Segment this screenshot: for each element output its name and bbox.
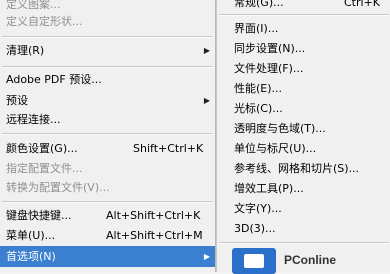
menu-item-color-settings[interactable]: 颜色设置(G)... Shift+Ctrl+K — [0, 138, 215, 159]
menu-item-label: 首选项(N) — [6, 250, 56, 263]
menu-item-remote-connections[interactable]: 远程连接... — [0, 109, 215, 130]
submenu-item-label: 文件处理(F)... — [234, 62, 304, 75]
pconline-logo-icon — [232, 248, 276, 274]
menu-item-shortcut: Shift+Ctrl+K — [133, 142, 204, 155]
menu-separator — [2, 66, 213, 68]
submenu-item-interface[interactable]: 界面(I)... — [217, 18, 390, 39]
submenu-item-plugins[interactable]: 增效工具(P)... — [217, 178, 390, 199]
menu-item-shortcut: Alt+Shift+Ctrl+M — [106, 229, 203, 242]
submenu-arrow-icon: ▶ — [203, 252, 210, 261]
submenu-item-sync-settings[interactable]: 同步设置(N)... — [217, 38, 390, 59]
menu-item-presets[interactable]: 预设 ▶ — [0, 90, 215, 111]
submenu-item-label: 文字(Y)... — [234, 202, 282, 215]
menu-item-label: 定义自定形状... — [6, 15, 83, 28]
menu-item-label: 颜色设置(G)... — [6, 142, 78, 155]
menu-item-label: 转换为配置文件(V)... — [6, 181, 110, 194]
menu-item-label: 菜单(U)... — [6, 229, 56, 242]
menu-separator — [219, 242, 389, 244]
menu-item-purge[interactable]: 清理(R) ▶ — [0, 40, 215, 61]
menu-item-label: 远程连接... — [6, 113, 61, 126]
menu-item-shortcut: Alt+Shift+Ctrl+K — [106, 209, 201, 222]
menu-separator — [2, 36, 213, 38]
menu-item-label: 预设 — [6, 94, 28, 107]
submenu-item-label: 性能(E)... — [234, 82, 283, 95]
submenu-item-file-handling[interactable]: 文件处理(F)... — [217, 58, 390, 79]
edit-menu: 定义图案... 定义自定形状... 清理(R) ▶ Adobe PDF 预设..… — [0, 0, 216, 272]
watermark-text: PConline — [284, 253, 337, 267]
submenu-item-guides-grid-slices[interactable]: 参考线、网格和切片(S)... — [217, 158, 390, 179]
preferences-submenu: 常规(G)... Ctrl+K 界面(I)... 同步设置(N)... 文件处理… — [216, 0, 390, 272]
menu-item-keyboard-shortcuts[interactable]: 键盘快捷键... Alt+Shift+Ctrl+K — [0, 205, 215, 226]
submenu-arrow-icon: ▶ — [203, 96, 210, 105]
submenu-item-transparency-gamut[interactable]: 透明度与色域(T)... — [217, 118, 390, 139]
submenu-arrow-icon: ▶ — [203, 46, 210, 55]
menu-item-label: 清理(R) — [6, 44, 45, 57]
submenu-item-general[interactable]: 常规(G)... Ctrl+K — [217, 0, 390, 13]
submenu-item-shortcut: Ctrl+K — [344, 0, 381, 9]
submenu-item-label: 单位与标尺(U)... — [234, 142, 317, 155]
submenu-item-3d[interactable]: 3D(3)... — [217, 218, 390, 239]
submenu-item-performance[interactable]: 性能(E)... — [217, 78, 390, 99]
menu-item-define-custom-shape[interactable]: 定义自定形状... — [0, 11, 215, 32]
submenu-item-label: 同步设置(N)... — [234, 42, 306, 55]
menu-item-menus[interactable]: 菜单(U)... Alt+Shift+Ctrl+M — [0, 225, 215, 246]
submenu-item-label: 3D(3)... — [234, 222, 276, 235]
menu-item-label: 键盘快捷键... — [6, 209, 72, 222]
menu-item-convert-to-profile[interactable]: 转换为配置文件(V)... — [0, 177, 215, 198]
submenu-item-label: 参考线、网格和切片(S)... — [234, 162, 360, 175]
submenu-item-label: 增效工具(P)... — [234, 182, 304, 195]
submenu-item-units-rulers[interactable]: 单位与标尺(U)... — [217, 138, 390, 159]
menu-item-label: Adobe PDF 预设... — [6, 73, 102, 86]
menu-item-assign-profile[interactable]: 指定配置文件... — [0, 158, 215, 179]
menu-item-preferences[interactable]: 首选项(N) ▶ — [0, 246, 215, 267]
submenu-item-cursors[interactable]: 光标(C)... — [217, 98, 390, 119]
submenu-item-label: 界面(I)... — [234, 22, 279, 35]
menu-separator — [219, 14, 389, 16]
submenu-item-label: 常规(G)... — [234, 0, 284, 9]
submenu-item-label: 透明度与色域(T)... — [234, 122, 326, 135]
menu-separator — [2, 201, 213, 203]
menu-item-adobe-pdf-presets[interactable]: Adobe PDF 预设... — [0, 69, 215, 90]
submenu-item-type[interactable]: 文字(Y)... — [217, 198, 390, 219]
submenu-item-label: 光标(C)... — [234, 102, 283, 115]
pconline-watermark: PConline — [232, 246, 390, 274]
menu-item-label: 指定配置文件... — [6, 162, 83, 175]
menu-separator — [2, 133, 213, 135]
